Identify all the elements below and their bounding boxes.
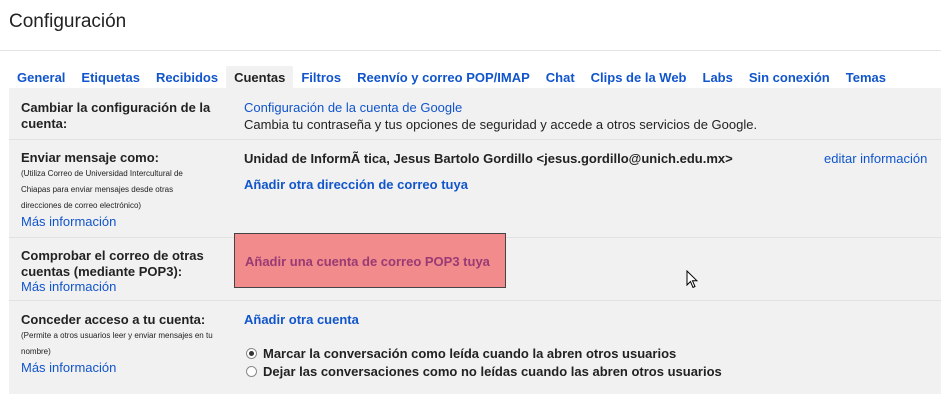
send-as-more-info-link[interactable]: Más información [21, 214, 116, 229]
edit-info-link[interactable]: editar información [824, 151, 927, 166]
mark-read-option-label: Marcar la conversación como leída cuando… [263, 346, 677, 361]
title-divider [0, 50, 941, 51]
tab-labels[interactable]: Etiquetas [73, 66, 148, 88]
grant-access-row: Conceder acceso a tu cuenta: (Permite a … [9, 300, 941, 395]
add-pop3-account-link[interactable]: Añadir una cuenta de correo POP3 tuya [245, 254, 490, 269]
grant-access-help: (Permite a otros usuarios leer y enviar … [21, 331, 213, 356]
send-as-help: (Utiliza Correo de Universidad Intercult… [21, 169, 183, 210]
tab-general[interactable]: General [9, 66, 73, 88]
tab-forwarding-pop-imap[interactable]: Reenvío y correo POP/IMAP [349, 66, 538, 88]
tab-accounts[interactable]: Cuentas [226, 66, 294, 88]
google-account-description: Cambia tu contraseña y tus opciones de s… [244, 117, 758, 132]
add-email-address-link[interactable]: Añadir otra dirección de correo tuya [244, 177, 468, 192]
accounts-settings-panel: Cambiar la configuración de la cuenta: C… [9, 88, 941, 394]
change-account-row: Cambiar la configuración de la cuenta: C… [9, 88, 941, 138]
mark-read-radio[interactable] [246, 348, 257, 359]
leave-unread-option[interactable]: Dejar las conversaciones como no leídas … [246, 364, 722, 379]
pop3-more-info-link[interactable]: Más información [21, 279, 116, 294]
tab-offline[interactable]: Sin conexión [741, 66, 838, 88]
send-as-row: Enviar mensaje como: (Utiliza Correo de … [9, 139, 941, 237]
tab-inbox[interactable]: Recibidos [148, 66, 226, 88]
tab-themes[interactable]: Temas [838, 66, 894, 88]
tab-filters[interactable]: Filtros [293, 66, 349, 88]
tab-labs[interactable]: Labs [695, 66, 741, 88]
mark-read-option[interactable]: Marcar la conversación como leída cuando… [246, 346, 676, 361]
grant-access-label: Conceder acceso a tu cuenta: [21, 312, 206, 327]
leave-unread-radio[interactable] [246, 366, 257, 377]
change-account-label: Cambiar la configuración de la cuenta: [21, 100, 211, 131]
page-title: Configuración [9, 11, 127, 32]
google-account-settings-link[interactable]: Configuración de la cuenta de Google [244, 100, 462, 115]
leave-unread-option-label: Dejar las conversaciones como no leídas … [263, 364, 722, 379]
pop3-label: Comprobar el correo de otras cuentas (me… [21, 248, 204, 279]
add-another-account-link[interactable]: Añadir otra cuenta [244, 312, 359, 327]
settings-tabs: General Etiquetas Recibidos Cuentas Filt… [9, 66, 894, 88]
tab-web-clips[interactable]: Clips de la Web [583, 66, 695, 88]
send-as-label: Enviar mensaje como: [21, 150, 159, 165]
grant-access-more-info-link[interactable]: Más información [21, 360, 116, 375]
mouse-cursor-icon [686, 270, 698, 289]
tab-chat[interactable]: Chat [538, 66, 583, 88]
add-pop3-highlight: Añadir una cuenta de correo POP3 tuya [234, 233, 506, 288]
send-as-identity: Unidad de InformÃ tica, Jesus Bartolo Go… [244, 151, 733, 166]
